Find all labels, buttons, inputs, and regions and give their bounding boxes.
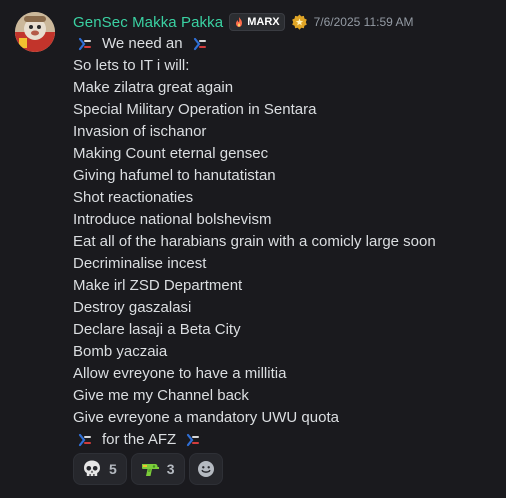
- flag-emoji-icon: [78, 433, 91, 447]
- message-line: Make zilatra great again: [73, 79, 234, 96]
- message-line: Making Count eternal gensec: [73, 145, 269, 162]
- add-reaction-button[interactable]: [188, 453, 223, 485]
- message-line-text: We need an: [102, 35, 183, 52]
- message-line: Invasion of ischanor: [73, 123, 207, 140]
- message-line: Give me my Channel back: [73, 387, 249, 404]
- server-tag[interactable]: MARX: [229, 13, 285, 31]
- message-line: Destroy gaszalasi: [73, 299, 192, 316]
- reaction-skull[interactable]: 5: [73, 453, 127, 485]
- message-line: Give evreyone a mandatory UWU quota: [73, 409, 339, 426]
- message-line: Giving hafumel to hanutatistan: [73, 167, 276, 184]
- reaction-water-gun[interactable]: 3: [130, 453, 185, 485]
- message-line: We need an: [73, 33, 436, 55]
- flame-icon: [236, 17, 243, 27]
- message-line: Special Military Operation in Sentara: [73, 101, 317, 118]
- message-line: So lets to IT i will:: [73, 57, 190, 74]
- message-line: Declare lasaji a Beta City: [73, 321, 241, 338]
- water-gun-icon: [141, 464, 159, 476]
- message-line-text: for the AFZ: [102, 431, 177, 448]
- star-badge-icon[interactable]: [291, 14, 308, 31]
- message-line: Shot reactionaties: [73, 189, 194, 206]
- author-name[interactable]: GenSec Makka Pakka: [73, 14, 223, 31]
- message-line: Allow evreyone to have a millitia: [73, 365, 287, 382]
- skull-icon: [84, 460, 100, 476]
- message-line: Make irl ZSD Department: [73, 277, 243, 294]
- message-line: Eat all of the harabians grain with a co…: [73, 233, 436, 250]
- server-tag-label: MARX: [247, 16, 280, 28]
- flag-emoji-icon: [193, 37, 206, 51]
- message-line: for the AFZ: [73, 429, 436, 451]
- avatar[interactable]: [15, 12, 55, 52]
- flag-emoji-icon: [78, 37, 91, 51]
- message-header: GenSec Makka Pakka MARX 7/6/2025 11:59 A…: [73, 11, 413, 33]
- reaction-count: 5: [109, 461, 117, 477]
- flag-emoji-icon: [187, 433, 200, 447]
- message-line: Introduce national bolshevism: [73, 211, 272, 228]
- message-line: Bomb yaczaia: [73, 343, 168, 360]
- timestamp[interactable]: 7/6/2025 11:59 AM: [314, 15, 414, 29]
- smiley-add-icon: [197, 461, 214, 477]
- message-line: Decriminalise incest: [73, 255, 207, 272]
- reactions-bar: 5 3: [73, 453, 223, 485]
- chat-message: GenSec Makka Pakka MARX 7/6/2025 11:59 A…: [0, 0, 506, 498]
- message-content: We need an So lets to IT i will: Make zi…: [73, 33, 436, 451]
- reaction-count: 3: [166, 461, 175, 477]
